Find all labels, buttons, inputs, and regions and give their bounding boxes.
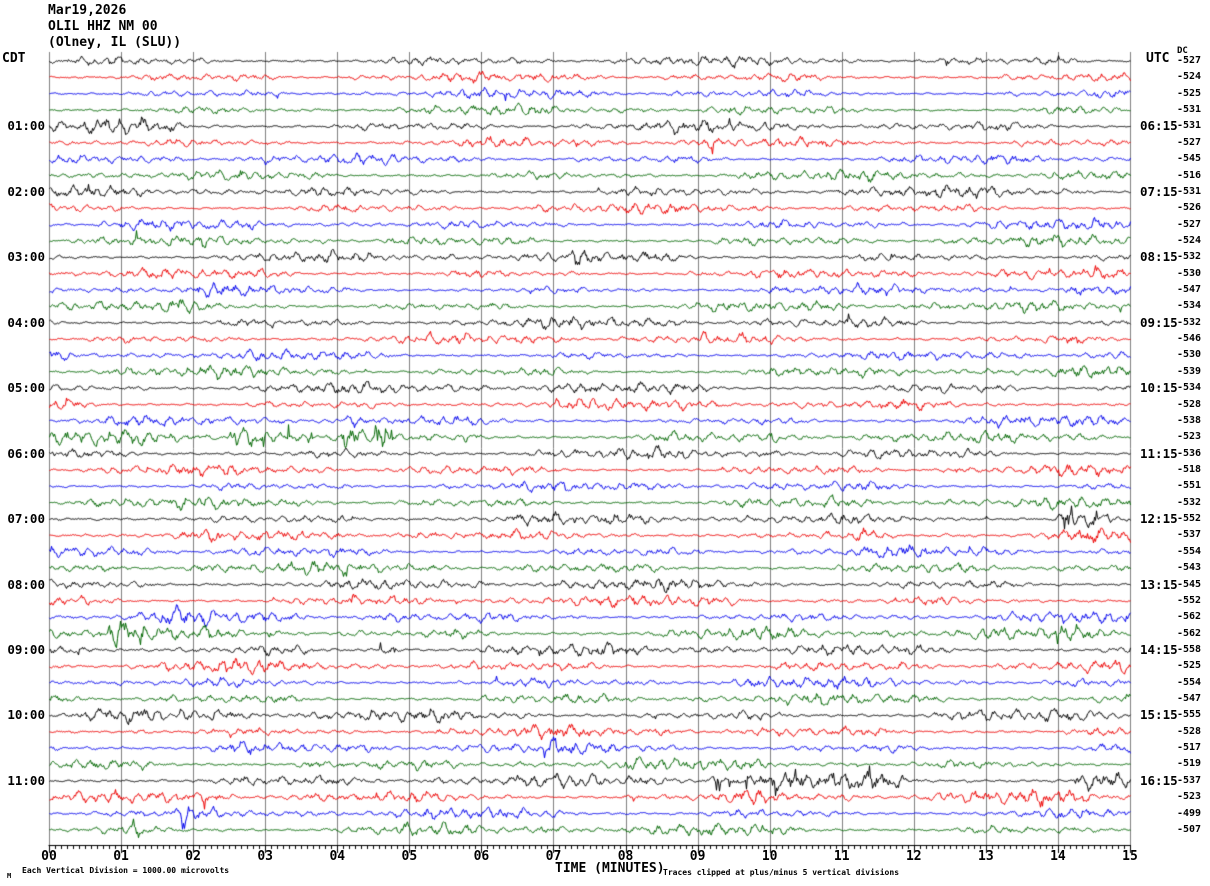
seismogram-canvas xyxy=(0,0,1210,886)
x-tick-label: 05 xyxy=(401,849,418,864)
dc-value: -554 xyxy=(1177,676,1202,688)
clipping-note: Traces clipped at plus/minus 5 vertical … xyxy=(663,868,900,877)
dc-value: -525 xyxy=(1177,87,1202,99)
dc-value: -499 xyxy=(1177,807,1202,819)
dc-value: -552 xyxy=(1177,594,1202,606)
watermark-glyph: M xyxy=(7,872,12,880)
dc-value: -539 xyxy=(1177,365,1202,377)
dc-value: -558 xyxy=(1177,643,1202,655)
dc-value: -519 xyxy=(1177,758,1202,770)
dc-value: -523 xyxy=(1177,431,1202,443)
dc-value: -517 xyxy=(1177,742,1202,754)
cdt-hour-label: 03:00 xyxy=(7,249,45,265)
record-date: Mar19,2026 xyxy=(48,3,127,18)
cdt-hour-label: 06:00 xyxy=(7,445,45,461)
dc-value: -532 xyxy=(1177,316,1202,328)
dc-value: -531 xyxy=(1177,185,1202,197)
helicorder-screen: Mar19,2026 OLIL HHZ NM 00 (Olney, IL (SL… xyxy=(0,0,1210,886)
dc-value: -551 xyxy=(1177,480,1202,492)
cdt-hour-label: 04:00 xyxy=(7,314,45,330)
x-tick-label: 11 xyxy=(833,849,850,864)
dc-value: -525 xyxy=(1177,660,1202,672)
x-tick-label: 04 xyxy=(329,849,346,864)
dc-value: -537 xyxy=(1177,774,1202,786)
x-tick-label: 01 xyxy=(113,849,129,864)
dc-value: -518 xyxy=(1177,464,1202,475)
dc-value: -531 xyxy=(1177,120,1202,132)
dc-value: -555 xyxy=(1177,709,1202,721)
dc-value: -532 xyxy=(1177,251,1202,263)
dc-value: -527 xyxy=(1177,55,1202,66)
x-tick-label: 13 xyxy=(978,849,994,864)
x-tick-label: 10 xyxy=(761,849,778,864)
x-axis-title: TIME (MINUTES) xyxy=(555,861,665,876)
dc-value: -524 xyxy=(1177,234,1202,246)
cdt-hour-label: 01:00 xyxy=(7,118,45,134)
dc-value: -527 xyxy=(1177,218,1202,230)
cdt-hour-label: 08:00 xyxy=(7,576,45,592)
dc-value: -526 xyxy=(1177,202,1202,214)
dc-value: -545 xyxy=(1177,578,1202,590)
x-tick-label: 03 xyxy=(257,849,274,864)
x-tick-label: 00 xyxy=(41,849,57,864)
dc-value: -543 xyxy=(1177,562,1202,574)
dc-value: -546 xyxy=(1177,333,1202,345)
dc-value: -534 xyxy=(1177,382,1202,394)
x-tick-label: 06 xyxy=(473,849,490,864)
dc-value: -547 xyxy=(1177,693,1202,705)
cdt-hour-label: 02:00 xyxy=(7,183,45,199)
dc-value: -537 xyxy=(1177,529,1202,541)
dc-value: -554 xyxy=(1177,545,1202,557)
dc-value: -530 xyxy=(1177,267,1202,279)
cdt-hour-label: 05:00 xyxy=(7,380,45,396)
vertical-division-note: Each Vertical Division = 1000.00 microvo… xyxy=(22,866,230,875)
dc-value: -562 xyxy=(1177,627,1202,639)
dc-value: -523 xyxy=(1177,791,1202,803)
station-code: OLIL HHZ NM 00 xyxy=(48,19,158,34)
dc-value: -534 xyxy=(1177,300,1202,312)
dc-value: -524 xyxy=(1177,71,1202,83)
dc-value: -528 xyxy=(1177,398,1202,410)
dc-value: -536 xyxy=(1177,447,1202,459)
cdt-hour-label: 07:00 xyxy=(7,511,45,527)
dc-value: -516 xyxy=(1177,169,1202,181)
cdt-hour-label: 10:00 xyxy=(7,707,45,723)
dc-value: -538 xyxy=(1177,414,1202,426)
x-tick-label: 12 xyxy=(905,849,922,864)
dc-value: -527 xyxy=(1177,136,1202,148)
x-tick-label: 02 xyxy=(185,849,201,864)
left-axis-label: CDT xyxy=(2,51,26,66)
x-tick-label: 14 xyxy=(1050,849,1066,864)
dc-value: -507 xyxy=(1177,823,1202,835)
cdt-hour-label: 09:00 xyxy=(7,641,45,657)
dc-value: -562 xyxy=(1177,611,1202,623)
dc-value: -531 xyxy=(1177,104,1202,116)
dc-value: -545 xyxy=(1177,153,1202,165)
right-axis-label: UTC xyxy=(1146,51,1170,66)
dc-value: -552 xyxy=(1177,513,1202,525)
station-location: (Olney, IL (SLU)) xyxy=(48,35,182,50)
dc-value: -530 xyxy=(1177,349,1202,361)
cdt-hour-label: 11:00 xyxy=(7,772,45,788)
x-tick-label: 09 xyxy=(689,849,706,864)
dc-value: -532 xyxy=(1177,496,1202,508)
x-tick-label: 15 xyxy=(1122,849,1138,864)
dc-value: -528 xyxy=(1177,725,1202,737)
dc-value: -547 xyxy=(1177,284,1202,296)
